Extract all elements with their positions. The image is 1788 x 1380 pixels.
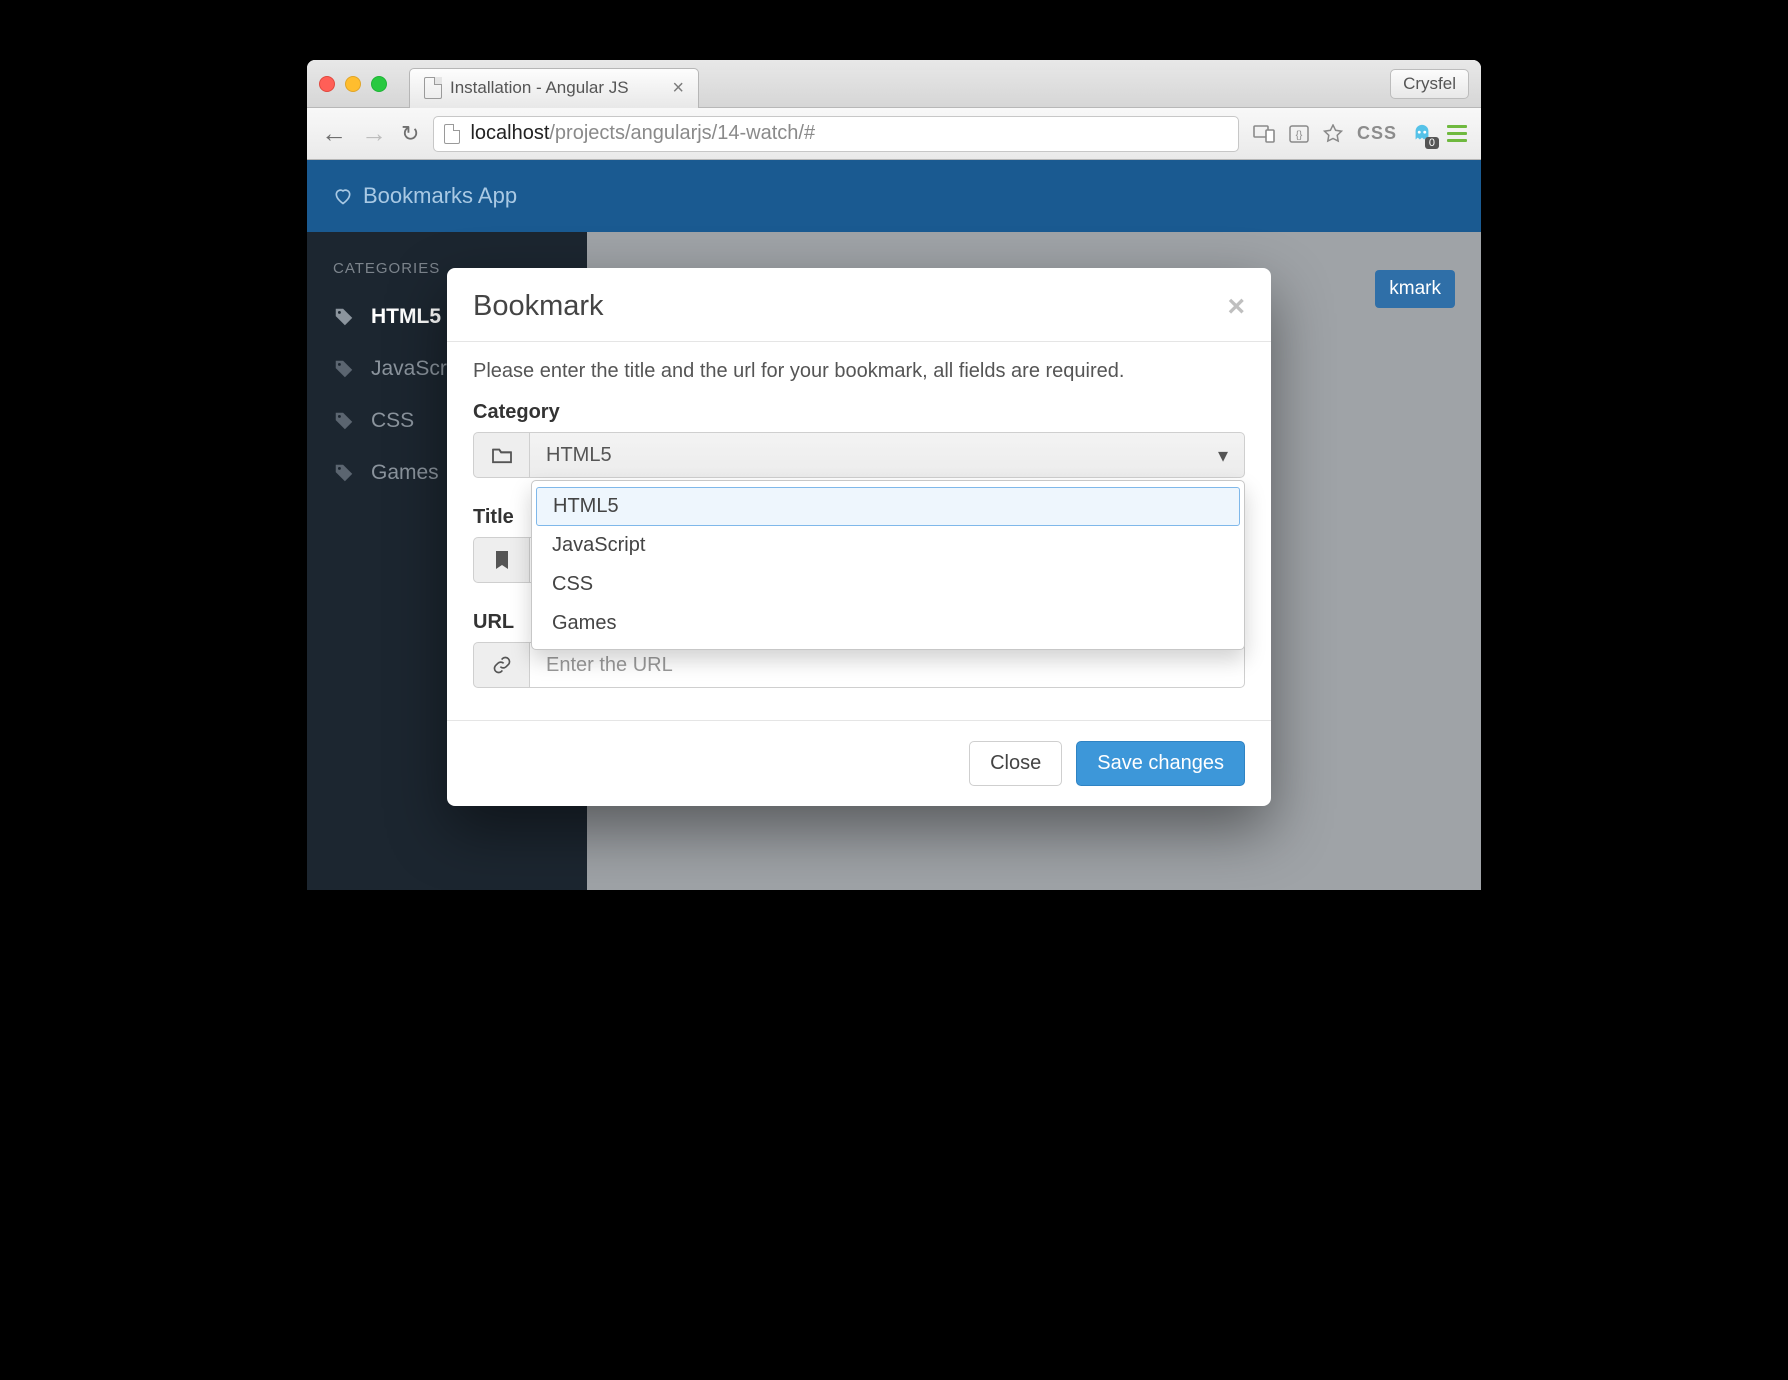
window-titlebar: Installation - Angular JS × Crysfel <box>307 60 1481 108</box>
new-bookmark-button[interactable]: kmark <box>1375 270 1455 308</box>
css-extension-icon[interactable]: CSS <box>1357 123 1397 144</box>
forward-button[interactable]: → <box>361 118 387 149</box>
code-icon[interactable]: {} <box>1289 125 1309 143</box>
tag-icon <box>333 410 355 432</box>
toolbar-icons: {} CSS 0 <box>1253 123 1467 145</box>
url-path: /projects/angularjs/14-watch/# <box>549 122 815 144</box>
bookmark-modal: Bookmark × Please enter the title and th… <box>447 268 1271 806</box>
page-icon <box>424 77 442 99</box>
tag-icon <box>333 462 355 484</box>
window-controls <box>319 76 387 92</box>
save-button[interactable]: Save changes <box>1076 741 1245 786</box>
folder-icon <box>473 432 529 478</box>
site-icon <box>444 124 460 144</box>
category-select[interactable]: HTML5 ▾ <box>473 432 1245 478</box>
close-tab-icon[interactable]: × <box>672 78 684 98</box>
reload-button[interactable]: ↻ <box>401 121 419 147</box>
tag-icon <box>333 358 355 380</box>
close-icon[interactable]: × <box>1227 292 1245 322</box>
bookmark-icon <box>473 537 529 583</box>
ghostery-icon[interactable]: 0 <box>1411 123 1433 145</box>
category-value: HTML5 <box>546 444 612 467</box>
minimize-window-button[interactable] <box>345 76 361 92</box>
link-icon <box>473 642 529 688</box>
category-option[interactable]: JavaScript <box>532 526 1244 565</box>
profile-button[interactable]: Crysfel <box>1390 69 1469 99</box>
close-button[interactable]: Close <box>969 741 1062 786</box>
chevron-down-icon: ▾ <box>1218 443 1228 468</box>
modal-title: Bookmark <box>473 290 604 323</box>
browser-tab[interactable]: Installation - Angular JS × <box>409 68 699 108</box>
svg-text:{}: {} <box>1296 130 1303 141</box>
star-icon[interactable] <box>1323 124 1343 144</box>
browser-toolbar: ← → ↻ localhost/projects/angularjs/14-wa… <box>307 108 1481 160</box>
modal-body: Please enter the title and the url for y… <box>447 342 1271 720</box>
category-option[interactable]: CSS <box>532 565 1244 604</box>
sidebar-item-label: CSS <box>371 409 414 433</box>
url-host: localhost <box>470 122 549 144</box>
menu-icon[interactable] <box>1447 125 1467 142</box>
zoom-window-button[interactable] <box>371 76 387 92</box>
address-bar[interactable]: localhost/projects/angularjs/14-watch/# <box>433 116 1239 152</box>
category-option[interactable]: HTML5 <box>536 487 1240 526</box>
modal-intro: Please enter the title and the url for y… <box>473 360 1245 383</box>
devices-icon[interactable] <box>1253 125 1275 143</box>
heart-icon <box>333 186 353 206</box>
app-title: Bookmarks App <box>363 183 517 209</box>
category-label: Category <box>473 401 1245 424</box>
category-option[interactable]: Games <box>532 604 1244 643</box>
ghostery-count: 0 <box>1425 137 1439 149</box>
browser-window: Installation - Angular JS × Crysfel ← → … <box>307 60 1481 890</box>
tag-icon <box>333 306 355 328</box>
back-button[interactable]: ← <box>321 118 347 149</box>
close-window-button[interactable] <box>319 76 335 92</box>
app-viewport: Bookmarks App CATEGORIES HTML5 JavaScrip… <box>307 160 1481 890</box>
app-navbar: Bookmarks App <box>307 160 1481 232</box>
sidebar-item-label: Games <box>371 461 439 485</box>
modal-footer: Close Save changes <box>447 720 1271 806</box>
modal-header: Bookmark × <box>447 268 1271 342</box>
tab-title: Installation - Angular JS <box>450 78 629 98</box>
sidebar-item-label: HTML5 <box>371 305 441 329</box>
category-dropdown: HTML5 JavaScript CSS Games <box>531 480 1245 650</box>
